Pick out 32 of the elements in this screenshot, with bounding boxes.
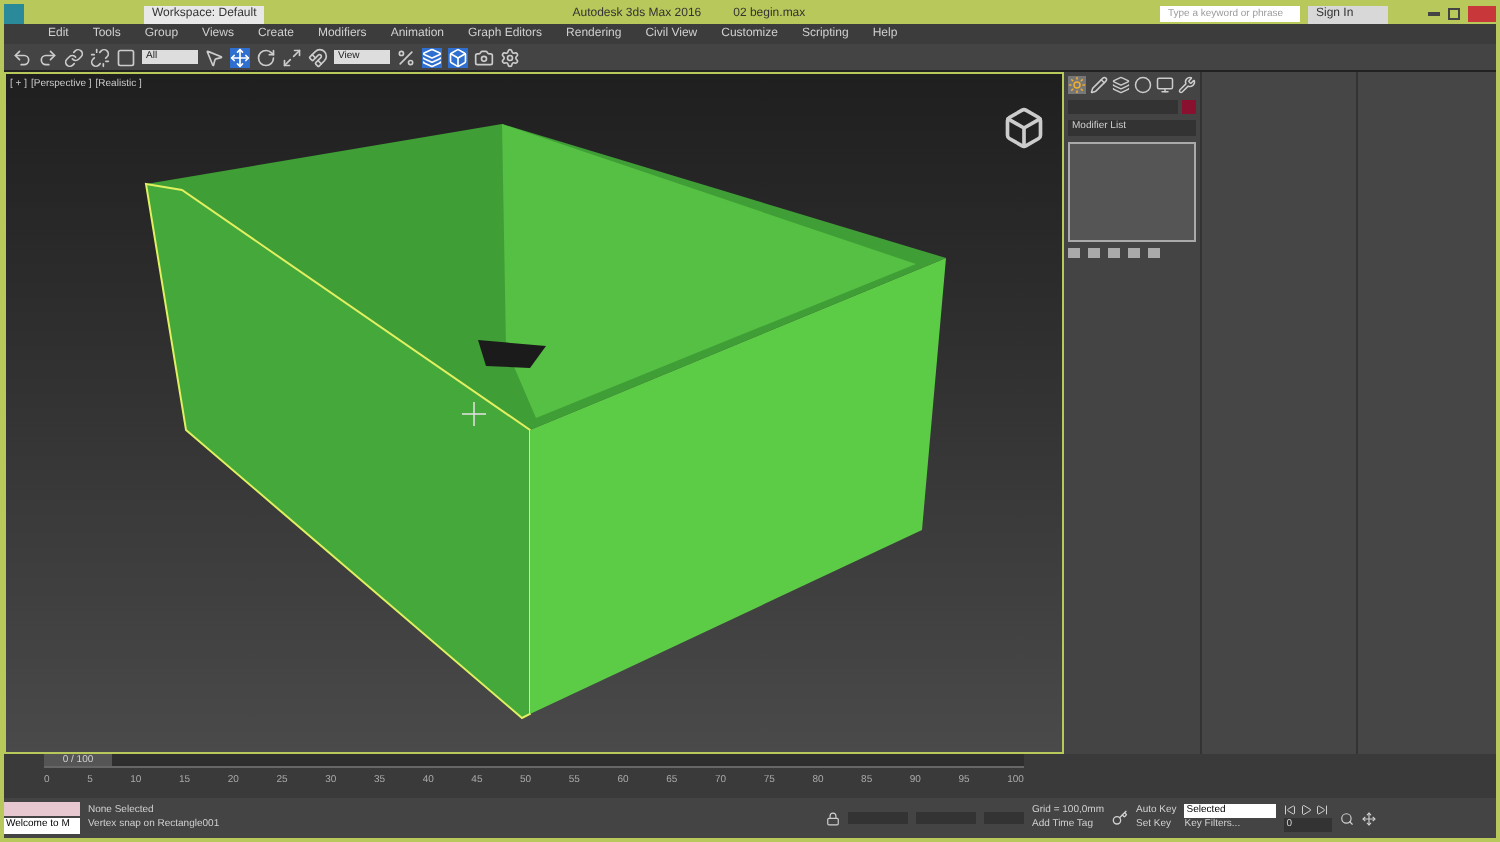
- layers-icon[interactable]: [422, 47, 442, 67]
- wrench-icon[interactable]: [1178, 76, 1196, 94]
- pan-icon[interactable]: [1362, 811, 1377, 825]
- percent-icon[interactable]: [396, 47, 416, 67]
- link-icon[interactable]: [64, 47, 84, 67]
- settings-icon[interactable]: [500, 47, 520, 67]
- pencil-icon[interactable]: [1090, 76, 1108, 94]
- cursor-icon[interactable]: [204, 47, 224, 67]
- lock-icon[interactable]: [826, 811, 840, 825]
- key-icon[interactable]: [1112, 810, 1128, 826]
- magnet-icon[interactable]: [308, 47, 328, 67]
- move-icon[interactable]: [230, 47, 250, 67]
- rotate-icon[interactable]: [256, 47, 276, 67]
- cube-icon[interactable]: [448, 47, 468, 67]
- view-cube-icon[interactable]: [1002, 106, 1046, 150]
- crosshair-cursor-icon: [461, 401, 487, 427]
- listener-field[interactable]: [4, 802, 80, 817]
- maximize-icon[interactable]: [1448, 8, 1460, 20]
- camera-icon[interactable]: [474, 47, 494, 67]
- play-icon[interactable]: [1300, 803, 1313, 816]
- unlink-icon[interactable]: [90, 47, 110, 67]
- square-icon[interactable]: [116, 47, 136, 67]
- go-to-end-icon[interactable]: [1316, 803, 1329, 816]
- undo-icon[interactable]: [12, 47, 32, 67]
- modifier-stack[interactable]: [1068, 141, 1196, 241]
- circle-icon[interactable]: [1134, 76, 1152, 94]
- scale-icon[interactable]: [282, 47, 302, 67]
- go-to-start-icon[interactable]: [1284, 803, 1297, 816]
- color-swatch[interactable]: [1182, 100, 1196, 114]
- monitor-icon[interactable]: [1156, 76, 1174, 94]
- zoom-icon[interactable]: [1340, 811, 1355, 825]
- redo-icon[interactable]: [38, 47, 58, 67]
